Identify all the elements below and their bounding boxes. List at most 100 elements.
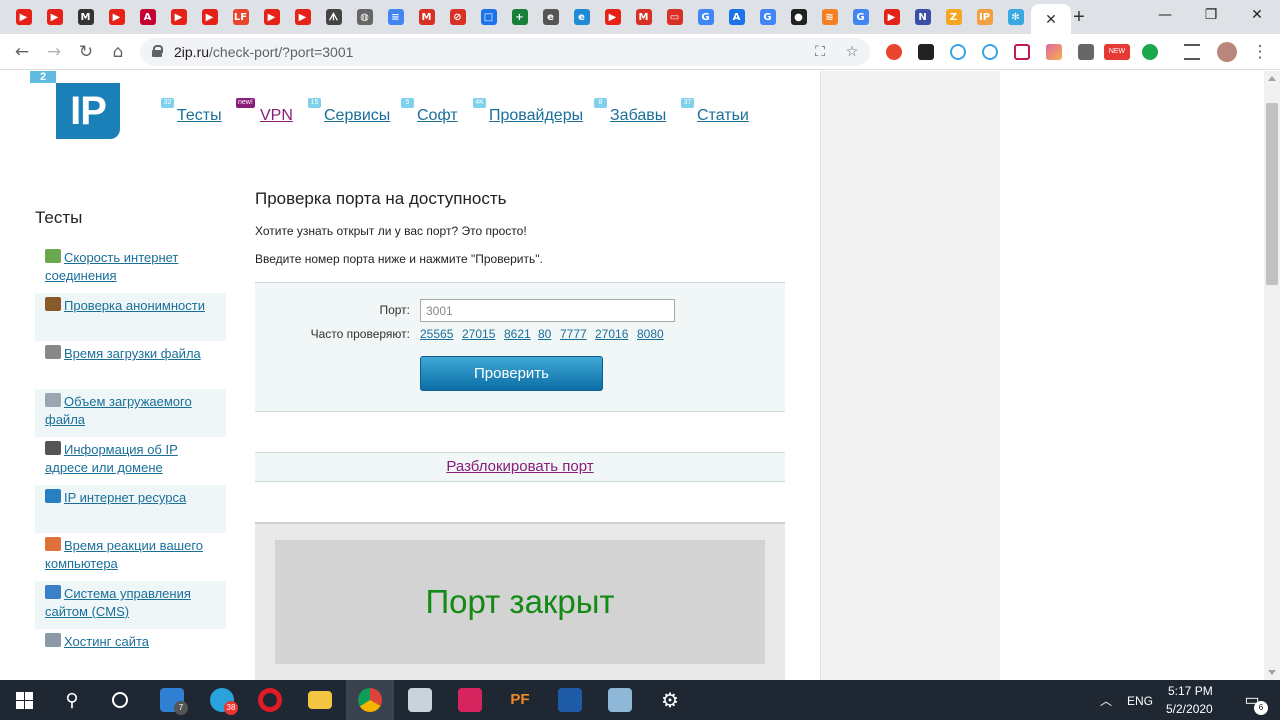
sidebar-item-label[interactable]: IP интернет ресурса	[64, 490, 186, 505]
browser-tab[interactable]: ▶	[256, 4, 287, 30]
browser-tab[interactable]: M	[628, 4, 659, 30]
browser-tab[interactable]: ▶	[8, 4, 39, 30]
sidebar-item[interactable]: Объем загружаемого файла	[35, 389, 226, 437]
telegram-app-icon[interactable]: 38	[198, 680, 246, 720]
extension-tool-icon[interactable]	[1078, 44, 1094, 60]
red-app-icon[interactable]	[446, 680, 494, 720]
unblock-port-link[interactable]: Разблокировать порт	[446, 458, 593, 475]
task-view-icon[interactable]	[96, 680, 144, 720]
sidebar-item[interactable]: Время загрузки файла	[35, 341, 226, 389]
page-scrollbar[interactable]	[1264, 71, 1280, 680]
sidebar-item[interactable]: Информация об IP адресе или домене	[35, 437, 226, 485]
sidebar-item[interactable]: Система управления сайтом (CMS)	[35, 581, 226, 629]
site-logo[interactable]: IP	[56, 83, 120, 139]
browser-tab[interactable]: G	[752, 4, 783, 30]
browser-tab[interactable]: e	[566, 4, 597, 30]
menu-link[interactable]: Забавы	[610, 107, 666, 124]
browser-tab[interactable]: M	[70, 4, 101, 30]
language-indicator[interactable]: ENG	[1127, 694, 1153, 708]
browser-tab[interactable]: N	[907, 4, 938, 30]
back-icon[interactable]: ←	[10, 40, 34, 64]
extension-new-icon[interactable]: NEW	[1104, 44, 1130, 60]
minimize-button[interactable]: —	[1142, 0, 1188, 30]
scroll-down-icon[interactable]	[1268, 670, 1276, 675]
browser-tab[interactable]: ≋	[814, 4, 845, 30]
sidebar-item-label-line2[interactable]: соединения	[45, 268, 117, 283]
browser-tab[interactable]: A	[721, 4, 752, 30]
new-tab-button[interactable]: +	[1068, 6, 1090, 28]
browser-tab[interactable]: M	[411, 4, 442, 30]
quick-port-link[interactable]: 8621	[504, 327, 531, 341]
tray-chevron-icon[interactable]: ︿	[1100, 692, 1112, 709]
extension-pocket-icon[interactable]	[1014, 44, 1030, 60]
reload-icon[interactable]: ↻	[74, 40, 98, 64]
extension-search2-icon[interactable]	[982, 44, 998, 60]
sidebar-item[interactable]: Время реакции вашего компьютера	[35, 533, 226, 581]
sidebar-item[interactable]: Хостинг сайта	[35, 629, 226, 677]
sidebar-item-label-line2[interactable]: компьютера	[45, 556, 118, 571]
browser-tab[interactable]: □	[473, 4, 504, 30]
extension-check-icon[interactable]	[1142, 44, 1158, 60]
extension-color-icon[interactable]	[1046, 44, 1062, 60]
powershell-icon[interactable]	[546, 680, 594, 720]
sidebar-item-label[interactable]: Время загрузки файла	[64, 346, 201, 361]
sidebar-item-label[interactable]: Объем загружаемого	[64, 394, 192, 409]
quick-port-link[interactable]: 25565	[420, 327, 453, 341]
notepad-app-icon[interactable]	[596, 680, 644, 720]
profile-avatar[interactable]	[1217, 42, 1237, 62]
menu-link[interactable]: Статьи	[697, 107, 749, 124]
settings-gear-icon[interactable]: ⚙	[646, 680, 694, 720]
menu-dots-icon[interactable]: ⋮	[1248, 40, 1272, 64]
sidebar-item-label[interactable]: Проверка анонимности	[64, 298, 205, 313]
menu-link[interactable]: Тесты	[177, 107, 222, 124]
menu-link[interactable]: Сервисы	[324, 107, 390, 124]
restore-button[interactable]: ❐	[1188, 0, 1234, 30]
close-window-button[interactable]: ✕	[1234, 0, 1280, 30]
extension-target-icon[interactable]	[886, 44, 902, 60]
sidebar-item-label-line2[interactable]: адресе или домене	[45, 460, 163, 475]
active-tab-close-button[interactable]: ✕	[1031, 4, 1071, 34]
sidebar-item-label[interactable]: Информация об IP	[64, 442, 178, 457]
opera-app-icon[interactable]	[246, 680, 294, 720]
notifications-icon[interactable]: ▭ 6	[1228, 680, 1276, 720]
clock-date[interactable]: 5/2/2020	[1166, 702, 1213, 716]
browser-tab[interactable]: LF	[225, 4, 256, 30]
extension-search-icon[interactable]	[950, 44, 966, 60]
forward-icon[interactable]: →	[42, 40, 66, 64]
home-icon[interactable]: ⌂	[106, 40, 130, 64]
browser-tab[interactable]: ▶	[287, 4, 318, 30]
menu-item-vpn[interactable]: new! VPN	[236, 98, 293, 131]
menu-item-tests[interactable]: 32 Тесты	[161, 98, 222, 131]
browser-tab[interactable]: ✻	[1000, 4, 1031, 30]
browser-tab[interactable]: ◍	[349, 4, 380, 30]
quick-port-link[interactable]: 27016	[595, 327, 628, 341]
browser-tab[interactable]: ●	[783, 4, 814, 30]
browser-tab[interactable]: ▶	[597, 4, 628, 30]
browser-tab[interactable]: ▶	[163, 4, 194, 30]
browser-tab[interactable]: A	[132, 4, 163, 30]
sidebar-item[interactable]: Скорость интернет соединения	[35, 245, 226, 293]
bookmark-star-icon[interactable]: ☆	[842, 42, 862, 62]
browser-tab[interactable]: e	[535, 4, 566, 30]
browser-tab[interactable]: ⊘	[442, 4, 473, 30]
browser-tab[interactable]: ▶	[876, 4, 907, 30]
sidebar-item-label[interactable]: Система управления	[64, 586, 191, 601]
address-bar[interactable]: 2ip.ru/check-port/?port=3001 ⛶ ☆	[140, 38, 870, 66]
browser-tab[interactable]: ▶	[194, 4, 225, 30]
clock-time[interactable]: 5:17 PM	[1168, 684, 1213, 698]
menu-item-services[interactable]: 15 Сервисы	[308, 98, 390, 131]
media-control-icon[interactable]	[1184, 44, 1200, 60]
browser-tab[interactable]: Z	[938, 4, 969, 30]
scroll-thumb[interactable]	[1266, 103, 1278, 285]
browser-tab[interactable]: ᗑ	[318, 4, 349, 30]
notes-app-icon[interactable]	[396, 680, 444, 720]
extension-tab-icon[interactable]	[918, 44, 934, 60]
quick-port-link[interactable]: 8080	[637, 327, 664, 341]
quick-port-link[interactable]: 27015	[462, 327, 495, 341]
sidebar-item-label[interactable]: Хостинг сайта	[64, 634, 149, 649]
browser-tab[interactable]: G	[845, 4, 876, 30]
scroll-up-icon[interactable]	[1268, 76, 1276, 81]
start-button[interactable]	[0, 680, 48, 720]
browser-tab[interactable]: ▶	[101, 4, 132, 30]
browser-tab[interactable]: ≡	[380, 4, 411, 30]
